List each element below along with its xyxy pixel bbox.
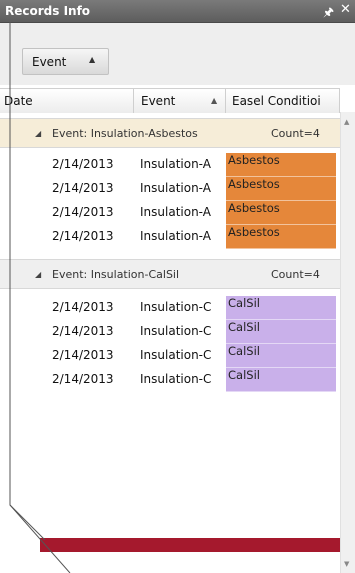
table-row[interactable]: 2/14/2013 Insulation-A Asbestos (0, 177, 340, 201)
scroll-up-icon[interactable]: ▲ (344, 118, 349, 126)
group-label: Event: Insulation-CalSil (52, 268, 180, 281)
cell-date: 2/14/2013 (52, 205, 114, 219)
accent-band (40, 538, 340, 552)
sort-ascending-icon: ▲ (211, 96, 218, 105)
column-header-label: Easel Conditioi (232, 94, 321, 108)
records-info-panel: Records Info 🖈︎ ✕ Event ▲ Date Event ▲ E… (0, 0, 355, 573)
scroll-down-icon[interactable]: ▼ (344, 560, 349, 568)
window-title: Records Info (5, 4, 91, 18)
cell-date: 2/14/2013 (52, 181, 114, 195)
table-row[interactable]: 2/14/2013 Insulation-A Asbestos (0, 153, 340, 177)
cell-condition: CalSil (226, 368, 336, 392)
table-row[interactable]: 2/14/2013 Insulation-C CalSil (0, 320, 340, 344)
sort-ascending-icon: ▲ (89, 55, 96, 64)
cell-date: 2/14/2013 (52, 372, 114, 386)
cell-event: Insulation-C (140, 372, 212, 386)
table-row[interactable]: 2/14/2013 Insulation-A Asbestos (0, 201, 340, 225)
group-header-calsil[interactable]: ◢ Event: Insulation-CalSil Count=4 (0, 259, 340, 289)
cell-condition: Asbestos (226, 177, 336, 201)
cell-condition: CalSil (226, 320, 336, 344)
group-by-event-chip[interactable]: Event ▲ (22, 48, 109, 75)
group-by-panel: Event ▲ (0, 23, 355, 85)
cell-event: Insulation-A (140, 157, 211, 171)
column-header-label: Date (4, 94, 33, 108)
group-header-asbestos[interactable]: ◢ Event: Insulation-Asbestos Count=4 (0, 118, 340, 148)
cell-condition: Asbestos (226, 225, 336, 249)
column-header-date[interactable]: Date (0, 89, 134, 113)
pin-icon[interactable]: 🖈︎ (323, 3, 334, 24)
cell-condition: CalSil (226, 296, 336, 320)
cell-date: 2/14/2013 (52, 229, 114, 243)
group-label: Event: Insulation-Asbestos (52, 127, 198, 140)
title-bar: Records Info 🖈︎ ✕ (0, 0, 355, 23)
cell-date: 2/14/2013 (52, 300, 114, 314)
close-icon[interactable]: ✕ (340, 2, 351, 17)
cell-event: Insulation-A (140, 205, 211, 219)
table-row[interactable]: 2/14/2013 Insulation-A Asbestos (0, 225, 340, 249)
cell-event: Insulation-A (140, 181, 211, 195)
group-chip-label: Event (32, 55, 67, 69)
column-header-label: Event (141, 94, 176, 108)
group-count: Count=4 (271, 127, 320, 140)
table-row[interactable]: 2/14/2013 Insulation-C CalSil (0, 368, 340, 392)
cell-date: 2/14/2013 (52, 348, 114, 362)
column-header-event[interactable]: Event ▲ (134, 89, 226, 113)
cell-event: Insulation-C (140, 300, 212, 314)
expand-collapse-icon[interactable]: ◢ (35, 129, 41, 138)
cell-date: 2/14/2013 (52, 157, 114, 171)
cell-event: Insulation-C (140, 324, 212, 338)
cell-condition: Asbestos (226, 153, 336, 177)
cell-condition: CalSil (226, 344, 336, 368)
cell-date: 2/14/2013 (52, 324, 114, 338)
column-header-easel-condition[interactable]: Easel Conditioi (226, 89, 340, 113)
cell-event: Insulation-C (140, 348, 212, 362)
group-count: Count=4 (271, 268, 320, 281)
cell-event: Insulation-A (140, 229, 211, 243)
table-row[interactable]: 2/14/2013 Insulation-C CalSil (0, 344, 340, 368)
table-row[interactable]: 2/14/2013 Insulation-C CalSil (0, 296, 340, 320)
grid-body: ◢ Event: Insulation-Asbestos Count=4 2/1… (0, 113, 340, 573)
cell-condition: Asbestos (226, 201, 336, 225)
vertical-scrollbar[interactable]: ▲ ▼ (340, 112, 355, 573)
expand-collapse-icon[interactable]: ◢ (35, 270, 41, 279)
column-header-row: Date Event ▲ Easel Conditioi (0, 88, 340, 114)
